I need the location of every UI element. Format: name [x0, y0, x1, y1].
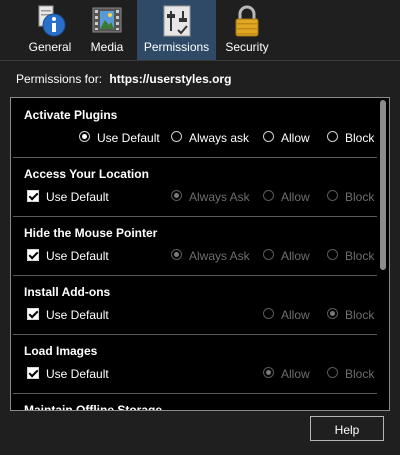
radio-button[interactable]	[263, 249, 274, 260]
radio-button[interactable]	[263, 367, 274, 378]
media-icon	[92, 7, 122, 33]
radio-button[interactable]	[327, 308, 338, 319]
info-icon	[38, 5, 66, 37]
toolbar-divider	[0, 60, 400, 61]
section-divider	[13, 157, 379, 158]
permissions-list[interactable]: Activate Plugins Use Default Always ask …	[10, 97, 390, 411]
tab-permissions[interactable]: Permissions	[137, 0, 216, 60]
radio-button[interactable]	[263, 190, 274, 201]
section-title: Install Add-ons	[24, 285, 111, 299]
radio-button[interactable]	[263, 131, 274, 142]
tab-label: Media	[90, 40, 124, 54]
radio-button[interactable]	[327, 190, 338, 201]
option-label: Allow	[281, 367, 310, 381]
radio-button[interactable]	[327, 131, 338, 142]
option-label: Use Default	[46, 249, 109, 263]
checkbox[interactable]	[27, 249, 39, 261]
help-button[interactable]: Help	[310, 416, 384, 441]
option-label: Allow	[281, 308, 310, 322]
option-label: Use Default	[97, 131, 160, 145]
radio-button[interactable]	[263, 308, 274, 319]
lock-icon	[235, 5, 259, 37]
option-label: Allow	[281, 190, 310, 204]
checkbox[interactable]	[27, 367, 39, 379]
section-install-addons: Install Add-ons Use Default Allow Block	[11, 275, 379, 334]
checkbox[interactable]	[27, 190, 39, 202]
option-label: Block	[345, 190, 375, 204]
toolbar: General Media Permissions Security	[0, 0, 400, 60]
tab-label: General	[28, 40, 72, 54]
checkbox[interactable]	[27, 308, 39, 320]
option-label: Always Ask	[189, 190, 250, 204]
option-label: Always Ask	[189, 249, 250, 263]
scrollbar-thumb[interactable]	[380, 100, 386, 270]
permissions-for: Permissions for: https://userstyles.org	[16, 72, 231, 86]
section-divider	[13, 334, 379, 335]
section-title: Maintain Offline Storage	[24, 403, 163, 411]
section-offline-storage: Maintain Offline Storage	[11, 393, 379, 411]
tab-label: Permissions	[143, 40, 210, 54]
option-label: Use Default	[46, 190, 109, 204]
tab-general[interactable]: General	[24, 0, 76, 60]
permissions-for-label: Permissions for:	[16, 72, 103, 86]
tab-media[interactable]: Media	[84, 0, 130, 60]
section-title: Activate Plugins	[24, 108, 118, 122]
section-load-images: Load Images Use Default Allow Block	[11, 334, 379, 393]
radio-button[interactable]	[171, 249, 182, 260]
section-divider	[13, 393, 379, 394]
radio-button[interactable]	[171, 190, 182, 201]
radio-button[interactable]	[79, 131, 90, 142]
permissions-icon	[163, 5, 190, 37]
option-label: Use Default	[46, 308, 109, 322]
section-title: Load Images	[24, 344, 98, 358]
option-label: Allow	[281, 131, 310, 145]
section-activate-plugins: Activate Plugins Use Default Always ask …	[11, 98, 379, 157]
option-label: Block	[345, 131, 375, 145]
option-label: Block	[345, 308, 375, 322]
tab-security[interactable]: Security	[222, 0, 272, 60]
section-title: Hide the Mouse Pointer	[24, 226, 158, 240]
option-label: Allow	[281, 249, 310, 263]
option-label: Block	[345, 367, 375, 381]
radio-button[interactable]	[327, 367, 338, 378]
section-divider	[13, 275, 379, 276]
scrollbar[interactable]	[377, 98, 389, 410]
section-title: Access Your Location	[24, 167, 149, 181]
option-label: Block	[345, 249, 375, 263]
section-access-location: Access Your Location Use Default Always …	[11, 157, 379, 216]
section-hide-mouse-pointer: Hide the Mouse Pointer Use Default Alway…	[11, 216, 379, 275]
radio-button[interactable]	[327, 249, 338, 260]
option-label: Use Default	[46, 367, 109, 381]
tab-label: Security	[225, 40, 269, 54]
option-label: Always ask	[189, 131, 250, 145]
section-divider	[13, 216, 379, 217]
radio-button[interactable]	[171, 131, 182, 142]
permissions-for-site: https://userstyles.org	[109, 72, 232, 86]
